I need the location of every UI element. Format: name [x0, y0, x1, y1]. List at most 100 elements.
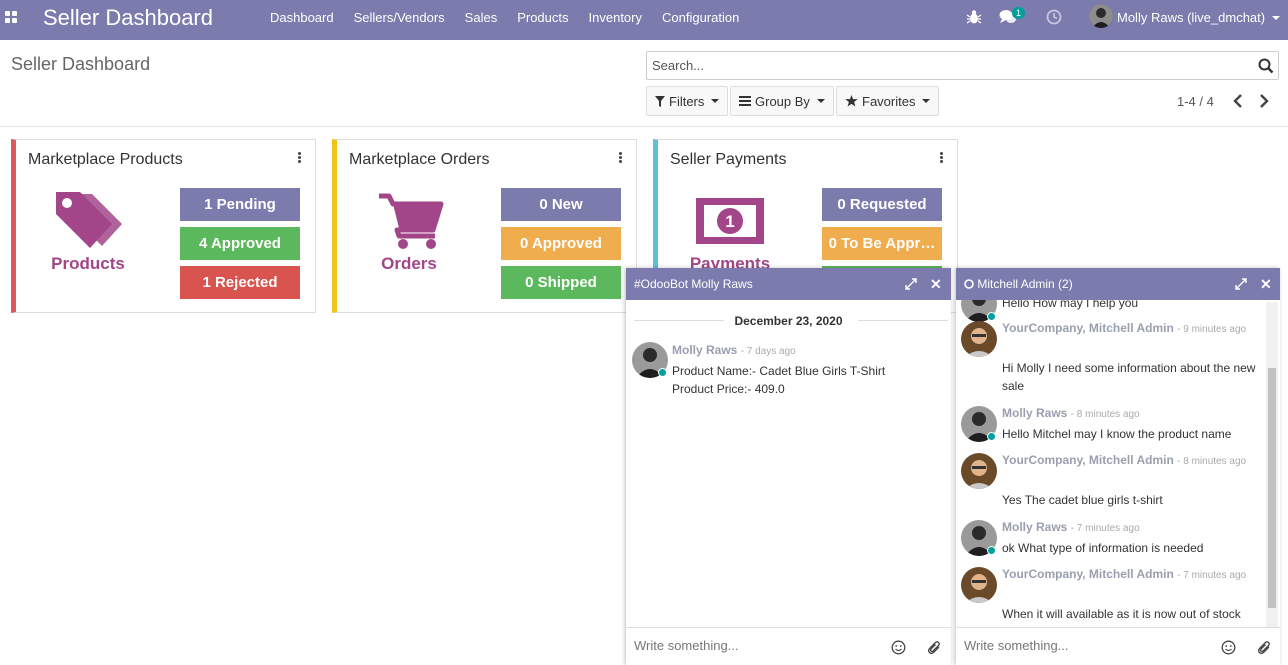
online-status-icon	[987, 432, 996, 441]
chat-window-mitchell: Mitchell Admin (2) ✕ Hello How may I hel…	[956, 268, 1280, 665]
page-title: Seller Dashboard	[11, 54, 151, 74]
pager-value[interactable]: 1-4 / 4	[1177, 94, 1214, 109]
shipped-orders-button[interactable]: 0 Shipped	[501, 266, 621, 299]
message-body: When it will available as it is now out …	[1002, 607, 1241, 621]
message-thread[interactable]: Hello How may I help you YourCompany, Mi…	[956, 300, 1266, 627]
user-avatar[interactable]	[1089, 4, 1113, 28]
favorites-label: Favorites	[862, 93, 916, 109]
expand-icon[interactable]	[905, 278, 917, 290]
message-author[interactable]: Molly Raws - 7 minutes ago	[1002, 520, 1140, 534]
search-input[interactable]	[652, 52, 1242, 79]
approved-products-button[interactable]: 4 Approved	[180, 227, 300, 260]
menu-dashboard[interactable]: Dashboard	[260, 0, 344, 40]
offline-status-icon	[964, 279, 974, 289]
close-icon[interactable]: ✕	[1260, 277, 1272, 291]
emoji-icon[interactable]	[891, 640, 906, 655]
search-icon[interactable]	[1258, 58, 1274, 74]
online-status-icon	[987, 312, 996, 321]
chat-window-title: #OdooBot Molly Raws	[634, 277, 753, 291]
message-time: - 7 days ago	[740, 346, 796, 357]
message-body: Hello How may I help you	[1002, 300, 1139, 310]
chat-composer	[626, 627, 951, 665]
favorites-button[interactable]: Favorites	[836, 86, 940, 116]
paperclip-icon[interactable]	[1257, 640, 1272, 655]
rejected-products-button[interactable]: 1 Rejected	[180, 266, 300, 299]
top-navbar: Seller Dashboard Dashboard Sellers/Vendo…	[0, 0, 1288, 40]
message-author[interactable]: YourCompany, Mitchell Admin - 9 minutes …	[1002, 321, 1246, 335]
menu-configuration[interactable]: Configuration	[652, 0, 749, 40]
message-body: ok What type of information is needed	[1002, 541, 1204, 555]
message-input[interactable]	[634, 638, 874, 653]
kebab-menu-icon[interactable]	[940, 152, 944, 164]
message-time: - 8 minutes ago	[1177, 456, 1247, 467]
message-time: - 8 minutes ago	[1070, 409, 1140, 420]
chat-window-odoobot: #OdooBot Molly Raws ✕ December 23, 2020 …	[626, 268, 951, 665]
orders-card: Marketplace Orders Orders 0 New 0 Approv…	[332, 139, 637, 313]
avatar[interactable]	[961, 321, 997, 357]
message-author[interactable]: YourCompany, Mitchell Admin - 8 minutes …	[1002, 453, 1246, 467]
chat-window-title: Mitchell Admin (2)	[977, 277, 1073, 291]
scrollbar[interactable]	[1266, 302, 1278, 627]
message-body: Yes The cadet blue girls t-shirt	[1002, 493, 1163, 507]
caret-down-icon	[711, 99, 720, 103]
caret-down-icon	[922, 99, 931, 103]
group-by-button[interactable]: Group By	[730, 86, 834, 116]
chat-composer	[956, 627, 1280, 665]
menu-inventory[interactable]: Inventory	[579, 0, 652, 40]
orders-label[interactable]: Orders	[337, 254, 481, 274]
menu-products[interactable]: Products	[507, 0, 578, 40]
star-icon	[845, 95, 858, 107]
message-time: - 9 minutes ago	[1177, 324, 1247, 335]
paperclip-icon[interactable]	[927, 640, 942, 655]
chat-count-badge: 1	[1012, 7, 1026, 19]
expand-icon[interactable]	[1235, 278, 1247, 290]
control-panel: Seller Dashboard Filters Group By Favori…	[0, 40, 1288, 127]
card-title: Seller Payments	[670, 151, 787, 168]
main-menu: Dashboard Sellers/Vendors Sales Products…	[260, 0, 749, 40]
svg-text:1: 1	[725, 212, 734, 231]
filters-button[interactable]: Filters	[646, 86, 729, 116]
kebab-menu-icon[interactable]	[619, 152, 623, 164]
message-body: Hello Mitchel may I know the product nam…	[1002, 427, 1232, 441]
chat-window-header[interactable]: Mitchell Admin (2) ✕	[956, 268, 1280, 300]
requested-payments-button[interactable]: 0 Requested	[822, 188, 942, 221]
search-box	[646, 51, 1279, 80]
message-input[interactable]	[964, 638, 1204, 653]
message-author[interactable]: Molly Raws - 8 minutes ago	[1002, 406, 1140, 420]
bug-icon[interactable]	[966, 9, 982, 25]
user-name[interactable]: Molly Raws (live_dmchat)	[1117, 10, 1265, 25]
group-by-label: Group By	[755, 93, 810, 109]
to-be-approved-payments-button[interactable]: 0 To Be Appr…	[822, 227, 942, 260]
kebab-menu-icon[interactable]	[298, 152, 302, 164]
user-caret-icon[interactable]	[1272, 16, 1280, 20]
apps-menu-icon[interactable]	[5, 11, 19, 25]
online-status-icon	[658, 368, 667, 377]
new-orders-button[interactable]: 0 New	[501, 188, 621, 221]
close-icon[interactable]: ✕	[930, 277, 942, 291]
menu-sellers-vendors[interactable]: Sellers/Vendors	[344, 0, 455, 40]
products-label[interactable]: Products	[16, 254, 160, 274]
card-title: Marketplace Orders	[349, 151, 490, 168]
avatar[interactable]	[961, 567, 997, 603]
activity-clock-icon[interactable]	[1046, 9, 1062, 25]
menu-sales[interactable]: Sales	[455, 0, 508, 40]
chat-window-header[interactable]: #OdooBot Molly Raws ✕	[626, 268, 951, 300]
approved-orders-button[interactable]: 0 Approved	[501, 227, 621, 260]
chevron-right-icon[interactable]	[1257, 93, 1271, 109]
chevron-left-icon[interactable]	[1231, 93, 1245, 109]
message-author[interactable]: YourCompany, Mitchell Admin - 7 minutes …	[1002, 567, 1246, 581]
money-icon[interactable]: 1	[692, 190, 768, 252]
pending-products-button[interactable]: 1 Pending	[180, 188, 300, 221]
avatar[interactable]	[961, 453, 997, 489]
list-icon	[739, 96, 751, 106]
emoji-icon[interactable]	[1221, 640, 1236, 655]
app-brand-title[interactable]: Seller Dashboard	[43, 5, 213, 31]
tags-icon[interactable]	[50, 190, 126, 252]
date-separator: December 23, 2020	[734, 314, 843, 328]
cart-icon[interactable]	[371, 190, 447, 252]
message-author[interactable]: Molly Raws - 7 days ago	[672, 343, 796, 357]
scrollbar-thumb[interactable]	[1268, 368, 1276, 608]
filters-label: Filters	[669, 93, 705, 109]
message-body: Product Name:- Cadet Blue Girls T-Shirt …	[672, 364, 886, 396]
products-card: Marketplace Products Products 1 Pending …	[11, 139, 316, 313]
